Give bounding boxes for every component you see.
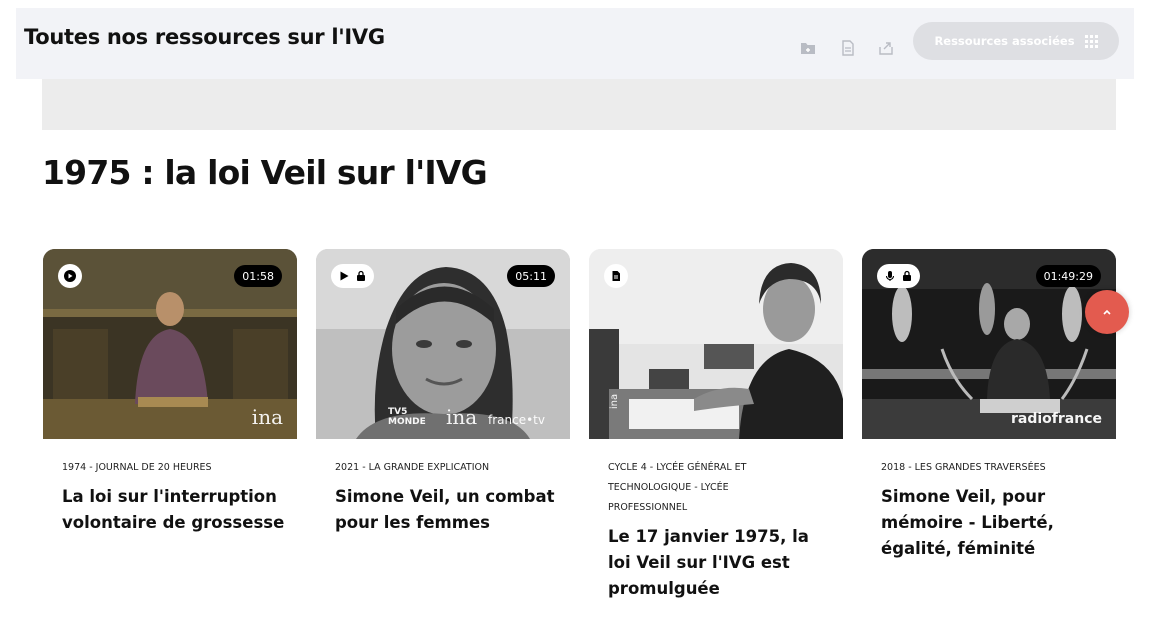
document-badge — [604, 264, 628, 288]
audio-locked-badge — [877, 264, 920, 288]
lock-icon — [357, 270, 365, 281]
duration-badge: 01:49:29 — [1035, 265, 1101, 287]
card-meta: 2018 - LES GRANDES TRAVERSÉES — [881, 462, 1046, 473]
resource-card[interactable]: 01:49:29 radiofrance 2018 - LES GRANDES … — [862, 249, 1116, 562]
card-title[interactable]: Simone Veil, un combat pour les femmes — [335, 484, 560, 536]
chevron-up-icon — [1103, 309, 1111, 315]
video-thumbnail[interactable]: 05:11 TV5 MONDE ina france•tv — [316, 249, 570, 439]
folder-add-icon[interactable] — [798, 38, 818, 58]
brand-logo: radiofrance — [1011, 411, 1102, 427]
document-icon[interactable] — [838, 38, 858, 58]
resource-card[interactable]: ina CYCLE 4 - LYCÉE GÉNÉRAL ET TECHNOLOG… — [589, 249, 843, 602]
brand-logo: france•tv — [488, 413, 545, 427]
brand-logo: TV5 MONDE — [388, 407, 426, 427]
associated-resources-button[interactable]: Ressources associées — [913, 22, 1119, 60]
brand-logo: ina — [251, 405, 283, 429]
associated-resources-label: Ressources associées — [934, 34, 1075, 48]
brand-logo: ina — [446, 405, 478, 429]
card-title[interactable]: Simone Veil, pour mémoire - Liberté, éga… — [881, 484, 1106, 562]
play-icon — [340, 271, 349, 281]
page-title: Toutes nos ressources sur l'IVG — [24, 25, 385, 49]
grid-icon — [1084, 34, 1098, 48]
card-meta: CYCLE 4 - LYCÉE GÉNÉRAL ET TECHNOLOGIQUE… — [608, 462, 747, 513]
card-title[interactable]: Le 17 janvier 1975, la loi Veil sur l'IV… — [608, 524, 833, 602]
card-meta: 2021 - LA GRANDE EXPLICATION — [335, 462, 490, 473]
duration-badge: 01:58 — [234, 265, 282, 287]
play-locked-badge — [331, 264, 374, 288]
section-title: 1975 : la loi Veil sur l'IVG — [42, 153, 488, 192]
banner-placeholder — [42, 79, 1116, 130]
card-meta: 1974 - JOURNAL DE 20 HEURES — [62, 462, 212, 473]
lock-icon — [903, 270, 911, 281]
duration-badge: 05:11 — [507, 265, 555, 287]
brand-logo: ina — [609, 393, 621, 410]
resource-card[interactable]: 05:11 TV5 MONDE ina france•tv 2021 - LA … — [316, 249, 570, 536]
resource-card[interactable]: 01:58 ina 1974 - JOURNAL DE 20 HEURES La… — [43, 249, 297, 536]
video-thumbnail[interactable]: 01:58 ina — [43, 249, 297, 439]
document-thumbnail[interactable]: ina — [589, 249, 843, 439]
play-badge — [58, 264, 82, 288]
scroll-to-top-button[interactable] — [1085, 290, 1129, 334]
share-icon[interactable] — [876, 38, 896, 58]
microphone-icon — [885, 271, 895, 281]
audio-thumbnail[interactable]: 01:49:29 radiofrance — [862, 249, 1116, 439]
card-title[interactable]: La loi sur l'interruption volontaire de … — [62, 484, 287, 536]
header-bar: Toutes nos ressources sur l'IVG Ressourc… — [16, 8, 1134, 79]
play-icon — [64, 270, 76, 282]
document-icon — [612, 271, 620, 281]
